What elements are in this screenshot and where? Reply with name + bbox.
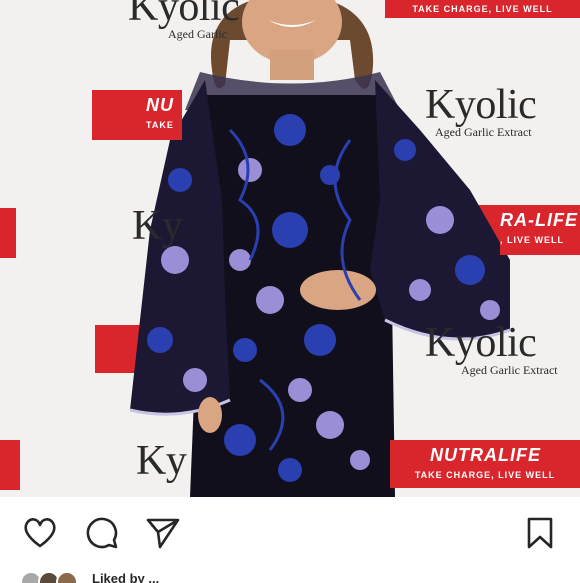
photo-scene — [0, 0, 580, 497]
nutralife-banner-edge-left — [0, 208, 16, 258]
kyolic-logo-mid: Kyolic Aged Garlic Extract — [425, 322, 558, 376]
nutralife-wordmark-right: RA-LIFE — [500, 210, 578, 230]
kyolic-tagline-right: Aged Garlic Extract — [435, 125, 532, 139]
kyolic-wordmark-mid: Kyolic — [425, 320, 537, 366]
heart-icon — [24, 518, 56, 548]
nutralife-tagline-top: TAKE CHARGE, LIVE WELL — [412, 4, 553, 14]
share-button[interactable] — [143, 513, 183, 553]
nutralife-tagline-right: , LIVE WELL — [500, 235, 564, 245]
nutralife-banner-bottom-left — [0, 440, 20, 490]
left-hand — [198, 397, 222, 433]
kyolic-wordmark-right: Kyolic — [425, 82, 537, 128]
kyolic-logo-top: Kyolic Aged Garlic — [128, 0, 240, 40]
neck — [270, 50, 314, 80]
nutralife-wordmark-left: NU — [146, 95, 174, 115]
comment-button[interactable] — [82, 513, 122, 553]
kyolic-wordmark-left: Ky — [132, 203, 183, 249]
likes-text[interactable]: Liked by ... — [92, 571, 159, 583]
likes-row: Liked by ... — [20, 571, 560, 583]
kyolic-wordmark-top: Kyolic — [128, 0, 240, 30]
hand-on-hip — [300, 270, 376, 310]
paper-plane-icon — [146, 518, 180, 549]
nutralife-logo-top: TAKE CHARGE, LIVE WELL — [385, 0, 580, 18]
kyolic-logo-right: Kyolic Aged Garlic Extract — [425, 82, 537, 139]
nutralife-logo-right: RA-LIFE , LIVE WELL — [500, 205, 580, 255]
like-button[interactable] — [20, 513, 60, 553]
nutralife-tagline-left: TAKE — [146, 120, 174, 130]
kyolic-logo-bottom: Ky — [136, 438, 187, 484]
nutralife-tagline-bottom: TAKE CHARGE, LIVE WELL — [414, 470, 556, 480]
comment-icon — [86, 517, 118, 549]
kyolic-logo-left: Ky — [132, 203, 183, 249]
avatar[interactable] — [56, 571, 78, 583]
bookmark-icon — [527, 517, 553, 549]
nutralife-wordmark-bottom: NUTRALIFE — [430, 445, 541, 465]
post-photo: Kyolic Aged Garlic TAKE CHARGE, LIVE WEL… — [0, 0, 580, 497]
kyolic-wordmark-bottom: Ky — [136, 438, 187, 484]
kyolic-tagline-mid: Aged Garlic Extract — [461, 363, 558, 377]
nutralife-logo-bottom: NUTRALIFE TAKE CHARGE, LIVE WELL — [390, 440, 580, 488]
save-button[interactable] — [520, 513, 560, 553]
post-action-bar: Liked by ... — [0, 497, 580, 583]
nutralife-logo-left: NU TAKE — [92, 90, 182, 140]
